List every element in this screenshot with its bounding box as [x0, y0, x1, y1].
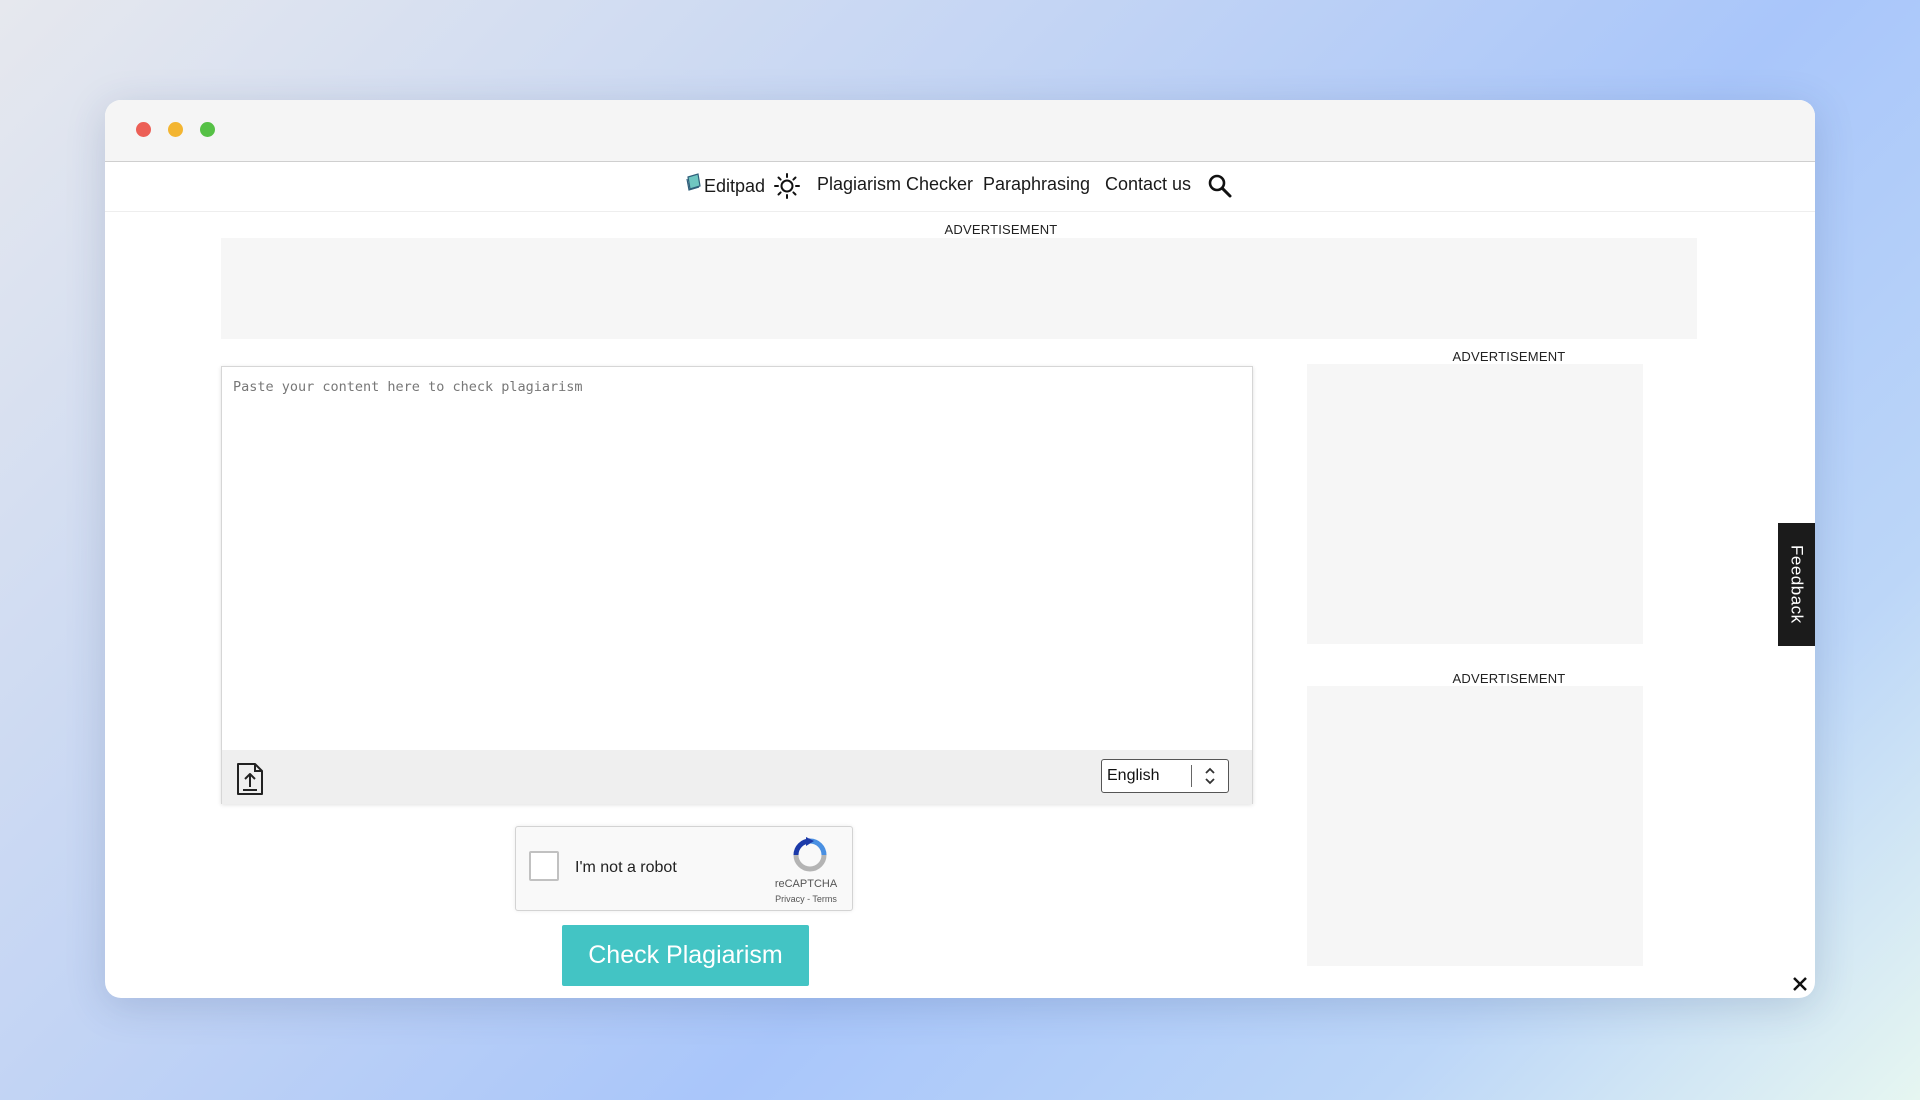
maximize-window-button[interactable] — [200, 122, 215, 137]
recaptcha-brand: reCAPTCHA — [774, 878, 838, 890]
nav-paraphrasing[interactable]: Paraphrasing — [983, 160, 1090, 208]
recaptcha-widget: I'm not a robot reCAPTCHA Privacy - Term… — [515, 826, 853, 911]
recaptcha-logo-icon — [793, 837, 827, 872]
theme-toggle[interactable] — [773, 162, 801, 210]
close-icon[interactable] — [1792, 976, 1808, 992]
nav-plagiarism-checker[interactable]: Plagiarism Checker — [817, 160, 973, 208]
recaptcha-privacy-terms[interactable]: Privacy - Terms — [766, 894, 846, 904]
recaptcha-label: I'm not a robot — [575, 859, 677, 876]
title-bar — [105, 100, 1815, 162]
close-window-button[interactable] — [136, 122, 151, 137]
minimize-window-button[interactable] — [168, 122, 183, 137]
feedback-tab[interactable]: Feedback — [1778, 523, 1815, 646]
search-icon — [1208, 174, 1232, 198]
ad-banner-top — [221, 238, 1697, 339]
logo-text: Editpad — [704, 175, 766, 196]
sun-icon — [774, 173, 800, 199]
ad-label-side-2: ADVERTISEMENT — [1452, 671, 1566, 686]
editpad-logo[interactable]: Editpad — [685, 162, 765, 210]
ad-label-side-1: ADVERTISEMENT — [1452, 349, 1566, 364]
feedback-label: Feedback — [1787, 545, 1807, 624]
ad-label-top: ADVERTISEMENT — [944, 222, 1058, 237]
browser-window: Editpad Plagiarism Checker Paraphrasing … — [105, 100, 1815, 998]
nav-contact-us[interactable]: Contact us — [1105, 160, 1191, 208]
upload-file-icon[interactable] — [236, 762, 264, 796]
ad-box-side-2 — [1307, 686, 1643, 966]
site-navbar: Editpad Plagiarism Checker Paraphrasing … — [105, 162, 1815, 212]
recaptcha-checkbox[interactable] — [529, 851, 559, 881]
language-select[interactable]: English — [1101, 759, 1229, 793]
check-plagiarism-button[interactable]: Check Plagiarism — [562, 925, 809, 986]
search-button[interactable] — [1207, 162, 1233, 210]
ad-box-side-1 — [1307, 364, 1643, 644]
content-textarea[interactable] — [222, 367, 1252, 750]
editpad-logo-icon — [686, 172, 701, 191]
language-value: English — [1107, 767, 1160, 784]
chevron-up-down-icon — [1192, 760, 1228, 792]
editor-footer: English — [222, 750, 1252, 804]
content-editor: English — [221, 366, 1253, 804]
